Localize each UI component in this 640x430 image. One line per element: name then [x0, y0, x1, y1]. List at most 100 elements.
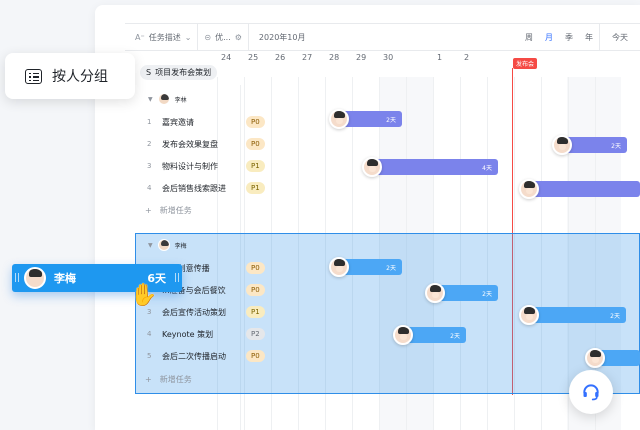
group-header[interactable]: ▼ 李梅	[148, 234, 187, 256]
plus-icon: +	[145, 205, 152, 215]
task-name: 发布会效果复盘	[162, 139, 218, 149]
date-cell: 26	[275, 53, 286, 62]
project-tag[interactable]: S 项目发布会策划	[140, 64, 218, 80]
support-button[interactable]	[569, 370, 613, 414]
priority-label: 优...	[215, 32, 231, 42]
today-flag: 发布会	[513, 58, 538, 69]
month-label: 2020年10月	[258, 32, 306, 42]
task-name: 会后宣传活动策划	[162, 307, 226, 317]
avatar	[329, 109, 349, 129]
date-cell: 27	[302, 53, 313, 62]
bar-duration: 2天	[450, 332, 460, 340]
priority-badge: P0	[246, 116, 265, 128]
avatar	[24, 267, 46, 289]
task-name: 会后二次传播启动	[162, 351, 226, 361]
task-name: 嘉宾邀请	[162, 117, 194, 127]
avatar	[157, 93, 170, 105]
avatar	[552, 135, 572, 155]
plus-icon: +	[145, 374, 152, 384]
group-owner: 李林	[174, 96, 187, 104]
priority-badge: P0	[246, 284, 265, 296]
priority-badge: P0	[246, 262, 265, 274]
bar-duration: 2天	[386, 264, 396, 272]
table-row[interactable]: 5 会后二次传播启动 P0	[135, 345, 312, 367]
add-task-label: 新增任务	[159, 374, 192, 384]
add-task-button[interactable]: + 新增任务	[145, 200, 192, 220]
date-cell: 25	[248, 53, 259, 62]
priority-icon: ⊝	[204, 32, 212, 42]
avatar	[362, 157, 382, 177]
row-number: 1	[147, 118, 152, 126]
drag-handle-icon[interactable]: ||	[12, 273, 22, 283]
view-year[interactable]: 年	[579, 32, 599, 43]
avatar	[585, 348, 605, 368]
task-bar[interactable]	[528, 181, 640, 197]
date-cell: 29	[356, 53, 367, 62]
task-bar[interactable]: 4天	[371, 159, 498, 175]
row-number: 2	[147, 140, 152, 148]
headset-icon	[583, 384, 599, 401]
bar-duration: 2天	[611, 142, 621, 150]
group-header[interactable]: ▼ 李林	[148, 88, 187, 110]
avatar	[157, 239, 170, 251]
project-name: 项目发布会策划	[155, 67, 212, 77]
avatar	[393, 325, 413, 345]
date-cell: 24	[221, 53, 232, 62]
collapse-caret-icon[interactable]: ▼	[148, 242, 153, 249]
row-number: 3	[147, 308, 152, 316]
bar-duration: 4天	[482, 164, 492, 172]
date-header: 24 25 26 27 28 29 30 1 2	[217, 47, 640, 77]
row-number: 3	[147, 162, 152, 170]
task-name: 物料设计与制作	[162, 161, 218, 171]
row-number: 4	[147, 184, 152, 192]
date-cell: 1	[437, 53, 443, 62]
add-task-label: 新增任务	[159, 205, 192, 215]
row-number: 5	[147, 352, 152, 360]
group-by-person-chip[interactable]: 按人分组	[5, 53, 135, 99]
avatar	[519, 305, 539, 325]
task-bar[interactable]: 2天	[528, 307, 626, 323]
bar-duration: 2天	[610, 312, 620, 320]
priority-badge: P2	[246, 328, 265, 340]
add-task-button[interactable]: + 新增任务	[145, 369, 192, 389]
gear-icon[interactable]: ⚙	[235, 33, 242, 42]
table-row[interactable]: 1 嘉宾邀请 P0	[135, 111, 312, 133]
date-cell: 28	[329, 53, 340, 62]
bar-duration: 2天	[482, 290, 492, 298]
table-row[interactable]: 4 会后销售线索跟进 P1	[135, 177, 312, 199]
date-cell: 2	[464, 53, 470, 62]
priority-badge: P1	[246, 182, 265, 194]
table-row[interactable]: 3 物料设计与制作 P1	[135, 155, 312, 177]
grab-cursor-icon: ✋	[130, 283, 158, 308]
group-owner: 李梅	[174, 242, 187, 250]
text-format-icon: A⁼	[135, 32, 145, 42]
table-row[interactable]: 2 发布会效果复盘 P0	[135, 133, 312, 155]
priority-badge: P0	[246, 350, 265, 362]
project-code: S	[146, 67, 152, 77]
table-row[interactable]: 4 Keynote 策划 P2	[135, 323, 312, 345]
avatar	[329, 257, 349, 277]
chip-label: 按人分组	[52, 69, 108, 85]
date-cell: 30	[383, 53, 394, 62]
view-week[interactable]: 周	[519, 32, 539, 43]
priority-badge: P1	[246, 306, 265, 318]
view-quarter[interactable]: 季	[559, 32, 579, 43]
list-icon	[25, 68, 42, 84]
bar-duration: 2天	[386, 116, 396, 124]
task-desc-filter[interactable]: A⁼ 任务描述 ⌄	[125, 24, 199, 50]
collapse-caret-icon[interactable]: ▼	[148, 96, 153, 103]
table-row[interactable]: 3 会后宣传活动策划 P1	[135, 301, 312, 323]
priority-badge: P1	[246, 160, 265, 172]
avatar	[519, 179, 539, 199]
chevron-down-icon: ⌄	[184, 32, 192, 42]
task-name: Keynote 策划	[162, 329, 214, 339]
drag-handle-icon[interactable]: ||	[172, 273, 182, 283]
task-desc-label: 任务描述	[148, 32, 181, 42]
view-month[interactable]: 月	[539, 32, 559, 43]
priority-badge: P0	[246, 138, 265, 150]
drag-owner-name: 李梅	[54, 272, 76, 285]
project-row[interactable]: S 项目发布会策划	[140, 63, 218, 81]
avatar	[425, 283, 445, 303]
row-number: 4	[147, 330, 152, 338]
task-name: 会后销售线索跟进	[162, 183, 226, 193]
